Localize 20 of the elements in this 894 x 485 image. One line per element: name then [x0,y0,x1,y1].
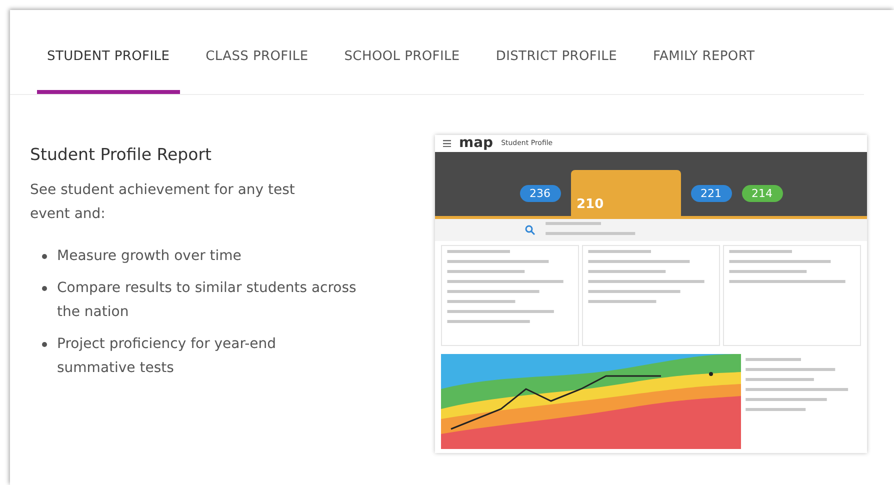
score-card: 210 [570,170,680,216]
bullet-text: Compare results to similar students across the nation [57,279,357,322]
search-icon [525,224,535,235]
profile-tab[interactable]: DISTRICT PROFILE [486,10,627,94]
score-pill: 221 [690,184,732,202]
score-pill: 236 [520,184,560,202]
bullet-text: Project proficiency for year-end summative tests [57,335,278,378]
report-intro: See student achievement for any test event and: [30,181,296,224]
bullet-icon [42,286,47,291]
report-heading: Student Profile Report [30,145,212,164]
menu-icon [443,140,451,147]
bullet-text: Measure growth over time [57,247,242,266]
profile-tab[interactable]: SCHOOL PROFILE [334,10,470,94]
profile-tab[interactable]: CLASS PROFILE [196,10,318,94]
app-logo: map [459,135,494,152]
bullet-icon [42,342,47,347]
profile-tab[interactable]: STUDENT PROFILE [37,10,180,94]
score-pill: 214 [742,184,782,202]
bullet-icon [42,254,47,259]
profile-tab[interactable]: FAMILY REPORT [643,10,765,94]
